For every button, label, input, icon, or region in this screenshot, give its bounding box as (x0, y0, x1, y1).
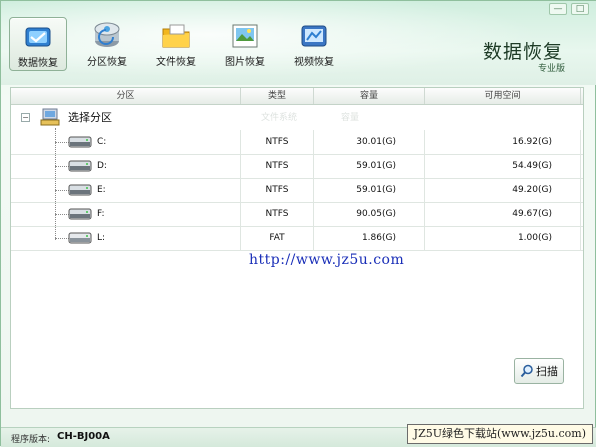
scan-button[interactable]: 扫描 (514, 358, 564, 384)
scan-button-label: 扫描 (536, 365, 558, 378)
free-space-cell: 1.00(G) (425, 226, 581, 250)
product-title: 数据恢复 (482, 41, 563, 63)
toolbar-partition-recovery[interactable]: 分区恢复 (78, 17, 136, 71)
partition-name: E: (97, 185, 106, 195)
partition-table: 分区 类型 容量 可用空间 文件系统 容量 − 选择分区 C: NTFS 30.… (10, 87, 584, 409)
main-toolbar: 数据恢复 分区恢复 文件恢复 图片恢复 视频恢复 (9, 17, 354, 71)
toolbar-label: 分区恢复 (87, 57, 127, 68)
partition-cell: F: (11, 202, 241, 226)
free-space-cell: 54.49(G) (425, 154, 581, 178)
toolbar-label: 文件恢复 (156, 57, 196, 68)
type-cell: FAT (241, 226, 314, 250)
toolbar-file-recovery[interactable]: 文件恢复 (147, 17, 205, 71)
toolbar-label: 视频恢复 (294, 57, 334, 68)
tree-connector (55, 142, 69, 143)
free-space-cell: 16.92(G) (425, 130, 581, 154)
folder-icon (162, 24, 190, 48)
type-cell: NTFS (241, 202, 314, 226)
table-row[interactable]: C: NTFS 30.01(G) 16.92(G) (11, 130, 583, 155)
capacity-cell: 59.01(G) (314, 178, 425, 202)
hard-drive-icon (68, 160, 92, 172)
video-icon (301, 25, 327, 47)
usb-drive-icon (68, 232, 92, 244)
watermark-banner: JZ5U绿色下载站(www.jz5u.com) (406, 424, 593, 444)
column-header-free-space[interactable]: 可用空间 (425, 88, 581, 104)
table-row[interactable]: F: NTFS 90.05(G) 49.67(G) (11, 202, 583, 227)
tree-connector (55, 190, 69, 191)
table-row[interactable]: E: NTFS 59.01(G) 49.20(G) (11, 178, 583, 203)
toolbar-label: 图片恢复 (225, 57, 265, 68)
table-row[interactable]: L: FAT 1.86(G) 1.00(G) (11, 226, 583, 251)
tree-connector (55, 238, 69, 239)
capacity-cell: 59.01(G) (314, 154, 425, 178)
column-header-partition[interactable]: 分区 (11, 88, 241, 104)
capacity-cell: 30.01(G) (314, 130, 425, 154)
partition-cell: C: (11, 130, 241, 154)
picture-icon (232, 24, 258, 48)
tree-connector (55, 214, 69, 215)
capacity-cell: 90.05(G) (314, 202, 425, 226)
column-header-capacity[interactable]: 容量 (314, 88, 425, 104)
partition-name: C: (97, 137, 107, 147)
hard-drive-icon (68, 136, 92, 148)
free-space-cell: 49.67(G) (425, 202, 581, 226)
tree-root-label: 选择分区 (68, 111, 112, 124)
computer-icon (40, 108, 60, 126)
minimize-icon: — (553, 3, 563, 14)
tree-connector (55, 166, 69, 167)
hard-drive-icon (68, 208, 92, 220)
window-controls: — □ (549, 3, 589, 15)
collapse-toggle[interactable]: − (21, 112, 30, 122)
partition-cell: E: (11, 178, 241, 202)
product-edition: 专业版 (537, 64, 565, 74)
partition-cell: L: (11, 226, 241, 250)
partition-name: L: (97, 233, 106, 243)
free-space-cell: 49.20(G) (425, 178, 581, 202)
type-cell: NTFS (241, 130, 314, 154)
version-value: CH-BJ00A (57, 431, 110, 442)
partition-recovery-icon (94, 22, 120, 47)
toolbar-label: 数据恢复 (18, 58, 58, 69)
data-recovery-icon (25, 27, 51, 47)
ghost-text: 文件系统 (261, 113, 298, 123)
column-header-type[interactable]: 类型 (241, 88, 314, 104)
watermark-url: http://www.jz5u.com (249, 252, 405, 268)
ghost-text: 容量 (341, 113, 360, 123)
app-window: — □ 数据恢复 分区恢复 文件恢复 图片恢复 视频恢复 数据恢复 专业版 分区… (0, 0, 596, 447)
toolbar-picture-recovery[interactable]: 图片恢复 (216, 17, 274, 71)
minimize-button[interactable]: — (549, 3, 567, 15)
partition-name: F: (97, 209, 105, 219)
type-cell: NTFS (241, 154, 314, 178)
type-cell: NTFS (241, 178, 314, 202)
partition-name: D: (97, 161, 107, 171)
close-button[interactable]: □ (571, 3, 589, 15)
close-icon: □ (575, 3, 585, 14)
table-row[interactable]: D: NTFS 59.01(G) 54.49(G) (11, 154, 583, 179)
version-label: 程序版本: (11, 435, 51, 445)
toolbar-video-recovery[interactable]: 视频恢复 (285, 17, 343, 71)
hard-drive-icon (68, 184, 92, 196)
partition-cell: D: (11, 154, 241, 178)
tree-root[interactable]: − 选择分区 (21, 108, 112, 126)
table-header: 分区 类型 容量 可用空间 (11, 88, 583, 105)
capacity-cell: 1.86(G) (314, 226, 425, 250)
magnifier-icon (520, 364, 533, 378)
toolbar-data-recovery[interactable]: 数据恢复 (9, 17, 67, 71)
